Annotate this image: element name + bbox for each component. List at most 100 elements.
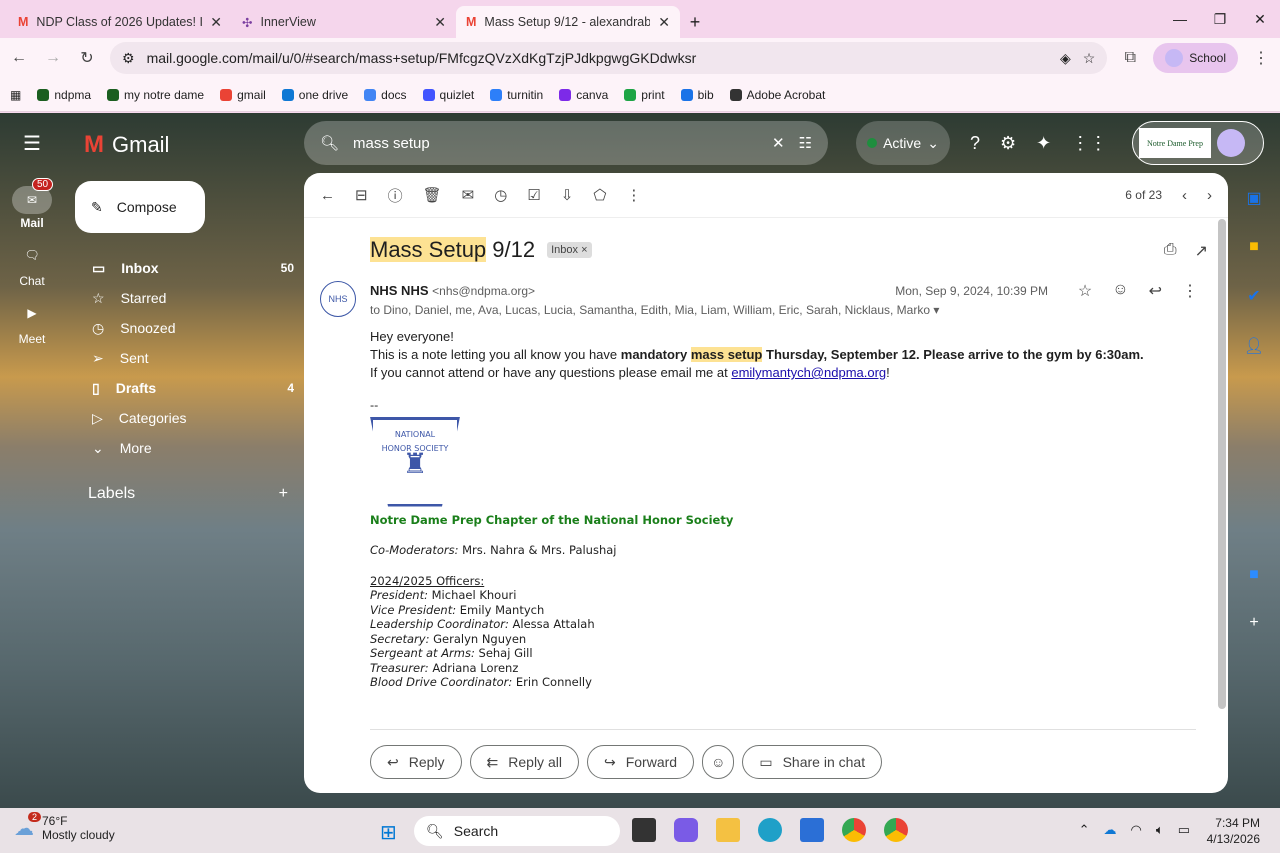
email-link[interactable]: emilymantych@ndpma.org	[731, 365, 886, 380]
search-options-icon[interactable]: ☷	[799, 134, 812, 152]
zoom-icon[interactable]: ■	[1249, 566, 1259, 584]
reply-all-button[interactable]: ⇇ Reply all	[469, 745, 579, 779]
sidebar-item-inbox[interactable]: ▭ Inbox 50	[64, 253, 294, 283]
account-button[interactable]: Notre Dame Prep	[1132, 121, 1264, 165]
sidebar-item-sent[interactable]: ➢ Sent	[64, 343, 294, 373]
close-tab-icon[interactable]: ✕	[658, 14, 670, 31]
maximize-button[interactable]: ❐	[1200, 0, 1240, 38]
weather-widget[interactable]: ☁ 2 76°F Mostly cloudy	[14, 812, 115, 842]
task-view-icon[interactable]	[632, 818, 656, 842]
store-icon[interactable]	[800, 818, 824, 842]
search-bar[interactable]: 🔍︎ mass setup ✕ ☷	[304, 121, 828, 165]
scrollbar[interactable]	[1218, 219, 1226, 709]
battery-icon[interactable]: ▭	[1178, 822, 1190, 838]
minimize-button[interactable]: —	[1160, 0, 1200, 38]
help-icon[interactable]: ?	[970, 133, 980, 154]
more-icon[interactable]: ⋮	[626, 186, 641, 204]
more-icon[interactable]: ⋮	[1182, 281, 1198, 301]
bookmark-bib[interactable]: bib	[680, 88, 714, 102]
gemini-icon[interactable]: ✦	[1036, 133, 1051, 154]
forward-icon[interactable]: →	[42, 49, 64, 67]
settings-icon[interactable]: ⚙	[1000, 133, 1016, 154]
new-tab-button[interactable]: +	[680, 6, 710, 38]
status-button[interactable]: Active ⌄	[856, 121, 950, 165]
newer-icon[interactable]: ‹	[1182, 187, 1187, 204]
wifi-icon[interactable]: ◠	[1131, 822, 1142, 838]
rail-mail[interactable]: ✉ 50 Mail	[0, 178, 64, 230]
sidebar-item-drafts[interactable]: ▯ Drafts 4	[64, 373, 294, 403]
keep-icon[interactable]: ■	[1249, 238, 1259, 256]
emoji-icon[interactable]: ☺	[1112, 281, 1128, 301]
start-icon[interactable]: ⊞	[380, 820, 397, 845]
compose-button[interactable]: ✎ Compose	[75, 181, 205, 233]
tasks-icon[interactable]: ✔	[1247, 286, 1260, 306]
menu-icon[interactable]: ⋮	[1250, 48, 1272, 68]
sidebar-item-categories[interactable]: ▷ Categories	[64, 403, 294, 433]
inbox-label-chip[interactable]: Inbox ×	[547, 242, 592, 258]
onedrive-icon[interactable]: ☁	[1104, 822, 1117, 838]
add-task-icon[interactable]: ☑	[527, 186, 540, 204]
label-icon[interactable]: ⬠	[593, 186, 606, 204]
bookmark-adobe-acrobat[interactable]: Adobe Acrobat	[729, 88, 825, 102]
star-icon[interactable]: ☆	[1078, 281, 1092, 301]
reply-button[interactable]: ↩ Reply	[370, 745, 462, 779]
edge-icon[interactable]	[758, 818, 782, 842]
back-icon[interactable]: ←	[8, 49, 30, 67]
search-icon[interactable]: 🔍︎	[320, 134, 339, 152]
older-icon[interactable]: ›	[1207, 187, 1212, 204]
tab-innerview[interactable]: ✣ InnerView ✕	[232, 6, 456, 38]
reply-icon[interactable]: ↩	[1149, 281, 1162, 301]
bookmark-my-notre-dame[interactable]: my notre dame	[107, 88, 204, 102]
mark-unread-icon[interactable]: ✉	[462, 186, 475, 204]
site-settings-icon[interactable]: ⚙	[122, 50, 135, 67]
main-menu-icon[interactable]: ☰	[0, 131, 64, 156]
close-tab-icon[interactable]: ✕	[210, 14, 222, 31]
chrome-icon[interactable]	[842, 818, 866, 842]
tab-mass-setup[interactable]: M Mass Setup 9/12 - alexandraba ✕	[456, 6, 680, 38]
forward-button[interactable]: ↪ Forward	[586, 745, 695, 779]
snooze-icon[interactable]: ◷	[494, 186, 507, 204]
close-tab-icon[interactable]: ✕	[434, 14, 446, 31]
bookmark-ndpma[interactable]: ndpma	[37, 88, 91, 102]
print-icon[interactable]: ⎙	[1164, 241, 1177, 261]
cast-icon[interactable]: ⧉	[1119, 49, 1141, 67]
reload-icon[interactable]: ↻	[76, 48, 98, 68]
report-spam-icon[interactable]: ⓘ	[388, 185, 403, 206]
get-addons-icon[interactable]: +	[1249, 614, 1258, 632]
gmail-logo[interactable]: M Gmail	[84, 131, 169, 159]
taskbar-search[interactable]: 🔍︎ Search	[414, 816, 620, 846]
recipients[interactable]: to Dino, Daniel, me, Ava, Lucas, Lucia, …	[370, 303, 939, 317]
sidebar-item-snoozed[interactable]: ◷ Snoozed	[64, 313, 294, 343]
sidebar-item-more[interactable]: ⌄ More	[64, 433, 294, 463]
bookmark-print[interactable]: print	[624, 88, 665, 102]
bookmark-turnitin[interactable]: turnitin	[490, 88, 543, 102]
tab-ndp-updates[interactable]: M NDP Class of 2026 Updates! Im ✕	[8, 6, 232, 38]
rail-meet[interactable]: ▶ Meet	[0, 306, 64, 346]
bookmark-gmail[interactable]: gmail	[220, 88, 266, 102]
clock[interactable]: 7:34 PM 4/13/2026	[1207, 815, 1260, 847]
contacts-icon[interactable]: 👤︎	[1244, 336, 1264, 356]
apps-icon[interactable]: ▦	[10, 88, 21, 102]
m365-icon[interactable]	[674, 818, 698, 842]
lens-icon[interactable]: ◈	[1060, 50, 1071, 67]
chrome-profile-icon[interactable]	[884, 818, 908, 842]
bookmark-star-icon[interactable]: ☆	[1083, 50, 1096, 67]
bookmark-quizlet[interactable]: quizlet	[422, 88, 474, 102]
sidebar-item-starred[interactable]: ☆ Starred	[64, 283, 294, 313]
emoji-react-button[interactable]: ☺	[702, 745, 735, 779]
share-in-chat-button[interactable]: ▭ Share in chat	[742, 745, 883, 779]
open-new-window-icon[interactable]: ↗	[1195, 241, 1208, 261]
bookmark-one-drive[interactable]: one drive	[281, 88, 348, 102]
bookmark-canva[interactable]: canva	[559, 88, 608, 102]
rail-chat[interactable]: 🗨 Chat	[0, 248, 64, 288]
search-input[interactable]: mass setup	[353, 135, 758, 152]
bookmark-docs[interactable]: docs	[364, 88, 407, 102]
move-to-icon[interactable]: ⇩	[561, 186, 574, 204]
apps-grid-icon[interactable]: ⋮⋮	[1071, 133, 1107, 154]
close-window-button[interactable]: ✕	[1240, 0, 1280, 38]
add-label-icon[interactable]: +	[279, 485, 288, 503]
delete-icon[interactable]: 🗑︎	[423, 186, 442, 204]
file-explorer-icon[interactable]	[716, 818, 740, 842]
show-hidden-icons[interactable]: ⌃	[1079, 822, 1090, 838]
back-to-search-icon[interactable]: ←	[320, 187, 335, 204]
